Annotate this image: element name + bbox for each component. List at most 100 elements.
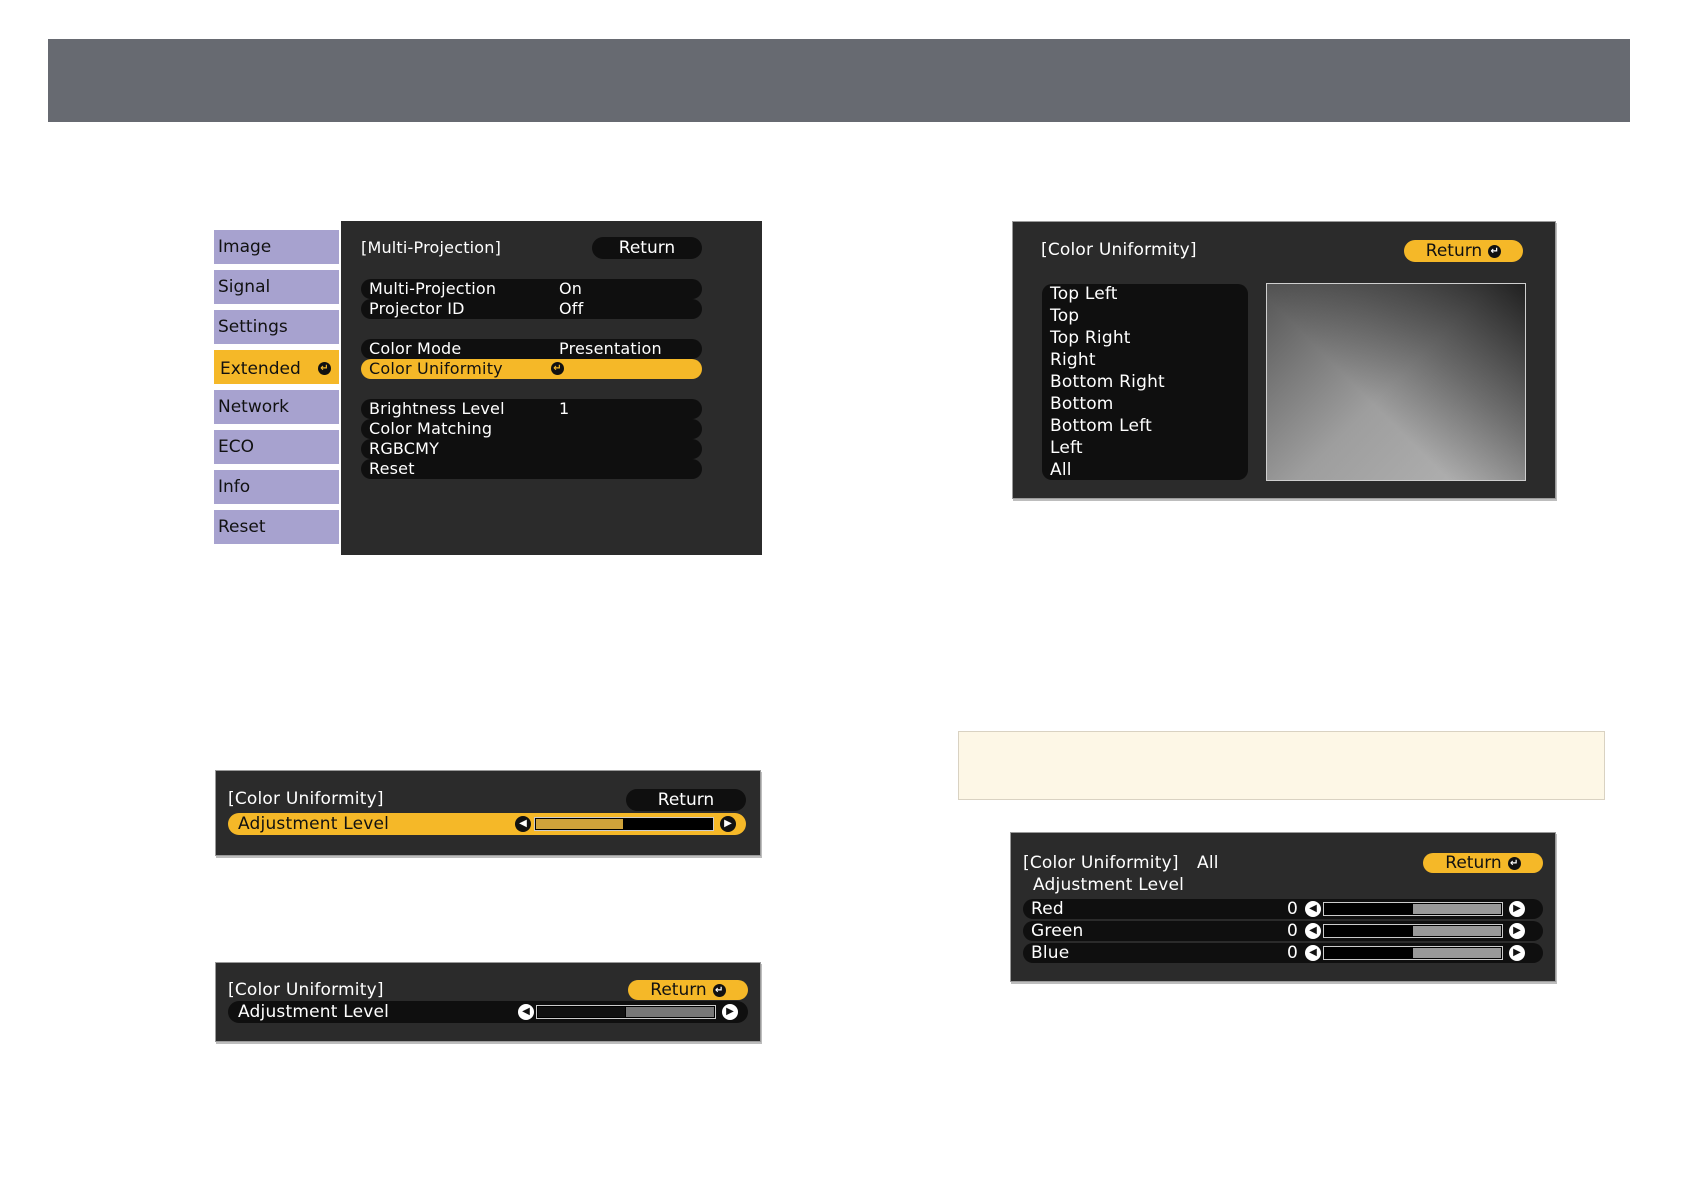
menu-row-rgbcmy[interactable]: RGBCMY bbox=[361, 439, 702, 459]
row-value: 1 bbox=[559, 399, 570, 418]
channel-row-blue[interactable]: Blue 0 ◀ ▶ bbox=[1023, 943, 1543, 963]
row-label: Color Matching bbox=[369, 419, 493, 438]
area-right[interactable]: Right bbox=[1050, 350, 1096, 370]
row-label: Multi-Projection bbox=[369, 279, 497, 298]
adjustment-slider[interactable] bbox=[536, 1005, 716, 1019]
slider-rest bbox=[1413, 926, 1501, 936]
channel-row-red[interactable]: Red 0 ◀ ▶ bbox=[1023, 899, 1543, 919]
right-arrow-icon[interactable]: ▶ bbox=[1509, 945, 1525, 961]
tab-network[interactable]: Network bbox=[214, 390, 339, 424]
menu-row-projector-id[interactable]: Projector ID Off bbox=[361, 299, 702, 319]
channel-label: Red bbox=[1031, 899, 1064, 919]
panel-title: [Color Uniformity] bbox=[228, 980, 384, 1000]
note-box bbox=[958, 731, 1605, 800]
row-label: Color Mode bbox=[369, 339, 462, 358]
menu-row-brightness-level[interactable]: Brightness Level 1 bbox=[361, 399, 702, 419]
row-label: Adjustment Level bbox=[238, 814, 390, 834]
slider-rest bbox=[1413, 948, 1501, 958]
right-arrow-icon[interactable]: ▶ bbox=[722, 1004, 738, 1020]
menu-row-reset[interactable]: Reset bbox=[361, 459, 702, 479]
left-arrow-icon[interactable]: ◀ bbox=[518, 1004, 534, 1020]
channel-label: Green bbox=[1031, 921, 1084, 941]
channel-slider[interactable] bbox=[1323, 946, 1503, 960]
row-value: Presentation bbox=[559, 339, 662, 358]
slider-rest bbox=[1413, 904, 1501, 914]
menu-row-color-mode[interactable]: Color Mode Presentation bbox=[361, 339, 702, 359]
area-list: Top Left Top Top Right Right Bottom Righ… bbox=[1042, 284, 1248, 480]
right-arrow-icon[interactable]: ▶ bbox=[1509, 923, 1525, 939]
tab-image[interactable]: Image bbox=[214, 230, 339, 264]
tab-extended-label: Extended bbox=[220, 359, 301, 379]
rgb-adjustment-panel: [Color Uniformity] All Return ↵ Adjustmen… bbox=[1010, 832, 1556, 982]
enter-icon: ↵ bbox=[1507, 856, 1521, 870]
panel-title: [Color Uniformity] bbox=[1041, 240, 1197, 260]
channel-value: 0 bbox=[1287, 921, 1299, 941]
area-name: All bbox=[1197, 853, 1219, 873]
channel-value: 0 bbox=[1287, 899, 1299, 919]
channel-slider[interactable] bbox=[1323, 924, 1503, 938]
tab-eco[interactable]: ECO bbox=[214, 430, 339, 464]
row-label: Color Uniformity bbox=[369, 359, 503, 378]
slider-fill bbox=[538, 1007, 625, 1017]
return-label: Return bbox=[1425, 241, 1483, 261]
channel-value: 0 bbox=[1287, 943, 1299, 963]
adjustment-level-panel-selected: [Color Uniformity] Return Adjustment Lev… bbox=[215, 770, 761, 856]
panel-title: [Color Uniformity] bbox=[228, 789, 384, 809]
return-button[interactable]: Return ↵ bbox=[1404, 240, 1523, 262]
header-bar bbox=[48, 39, 1630, 122]
channel-label: Blue bbox=[1031, 943, 1070, 963]
return-button[interactable]: Return ↵ bbox=[628, 980, 748, 1000]
row-label: RGBCMY bbox=[369, 439, 440, 458]
return-button[interactable]: Return bbox=[626, 789, 746, 811]
area-bottom-right[interactable]: Bottom Right bbox=[1050, 372, 1165, 392]
enter-icon: ↵ bbox=[551, 362, 564, 375]
adjustment-level-panel-return: [Color Uniformity] Return ↵ Adjustment Le… bbox=[215, 962, 761, 1042]
slider-fill bbox=[536, 819, 623, 829]
return-button[interactable]: Return bbox=[592, 237, 702, 259]
return-label: Return bbox=[650, 980, 707, 1000]
area-left[interactable]: Left bbox=[1050, 438, 1083, 458]
row-label: Projector ID bbox=[369, 299, 465, 318]
uniformity-preview bbox=[1266, 283, 1526, 481]
adjustment-level-row[interactable]: Adjustment Level ◀ ▶ bbox=[228, 813, 746, 835]
tab-info[interactable]: Info bbox=[214, 470, 339, 504]
tab-settings[interactable]: Settings bbox=[214, 310, 339, 344]
enter-icon: ↵ bbox=[712, 983, 726, 997]
adjustment-slider[interactable] bbox=[534, 817, 714, 831]
enter-icon: ↵ bbox=[318, 362, 331, 375]
panel-title: [Color Uniformity] bbox=[1023, 853, 1179, 873]
channel-slider[interactable] bbox=[1323, 902, 1503, 916]
row-label: Reset bbox=[369, 459, 415, 478]
area-top-left[interactable]: Top Left bbox=[1050, 284, 1118, 304]
row-value: Off bbox=[559, 299, 584, 318]
tab-extended[interactable]: Extended ↵ bbox=[214, 350, 339, 384]
right-arrow-icon[interactable]: ▶ bbox=[1509, 901, 1525, 917]
return-label: Return bbox=[1445, 853, 1502, 873]
enter-icon: ↵ bbox=[1488, 244, 1502, 258]
row-value: On bbox=[559, 279, 583, 298]
multi-projection-panel: [Multi-Projection] Return Multi-Projecti… bbox=[341, 221, 762, 555]
adjustment-level-row[interactable]: Adjustment Level ◀ ▶ bbox=[228, 1001, 748, 1023]
area-top-right[interactable]: Top Right bbox=[1050, 328, 1131, 348]
menu-row-multi-projection[interactable]: Multi-Projection On bbox=[361, 279, 702, 299]
menu-row-color-matching[interactable]: Color Matching bbox=[361, 419, 702, 439]
area-top[interactable]: Top bbox=[1050, 306, 1079, 326]
panel-title: [Multi-Projection] bbox=[361, 238, 502, 257]
tab-reset[interactable]: Reset bbox=[214, 510, 339, 544]
right-arrow-icon[interactable]: ▶ bbox=[720, 816, 736, 832]
left-arrow-icon[interactable]: ◀ bbox=[515, 816, 531, 832]
row-label: Adjustment Level bbox=[238, 1002, 390, 1022]
menu-row-color-uniformity[interactable]: Color Uniformity ↵ bbox=[361, 359, 702, 379]
return-button[interactable]: Return ↵ bbox=[1423, 853, 1543, 873]
left-arrow-icon[interactable]: ◀ bbox=[1305, 901, 1321, 917]
area-all[interactable]: All bbox=[1050, 460, 1072, 480]
row-label: Brightness Level bbox=[369, 399, 505, 418]
slider-rest bbox=[626, 1007, 714, 1017]
channel-row-green[interactable]: Green 0 ◀ ▶ bbox=[1023, 921, 1543, 941]
left-arrow-icon[interactable]: ◀ bbox=[1305, 923, 1321, 939]
area-bottom[interactable]: Bottom bbox=[1050, 394, 1114, 414]
panel-subtitle: Adjustment Level bbox=[1033, 875, 1185, 895]
left-arrow-icon[interactable]: ◀ bbox=[1305, 945, 1321, 961]
tab-signal[interactable]: Signal bbox=[214, 270, 339, 304]
area-bottom-left[interactable]: Bottom Left bbox=[1050, 416, 1152, 436]
